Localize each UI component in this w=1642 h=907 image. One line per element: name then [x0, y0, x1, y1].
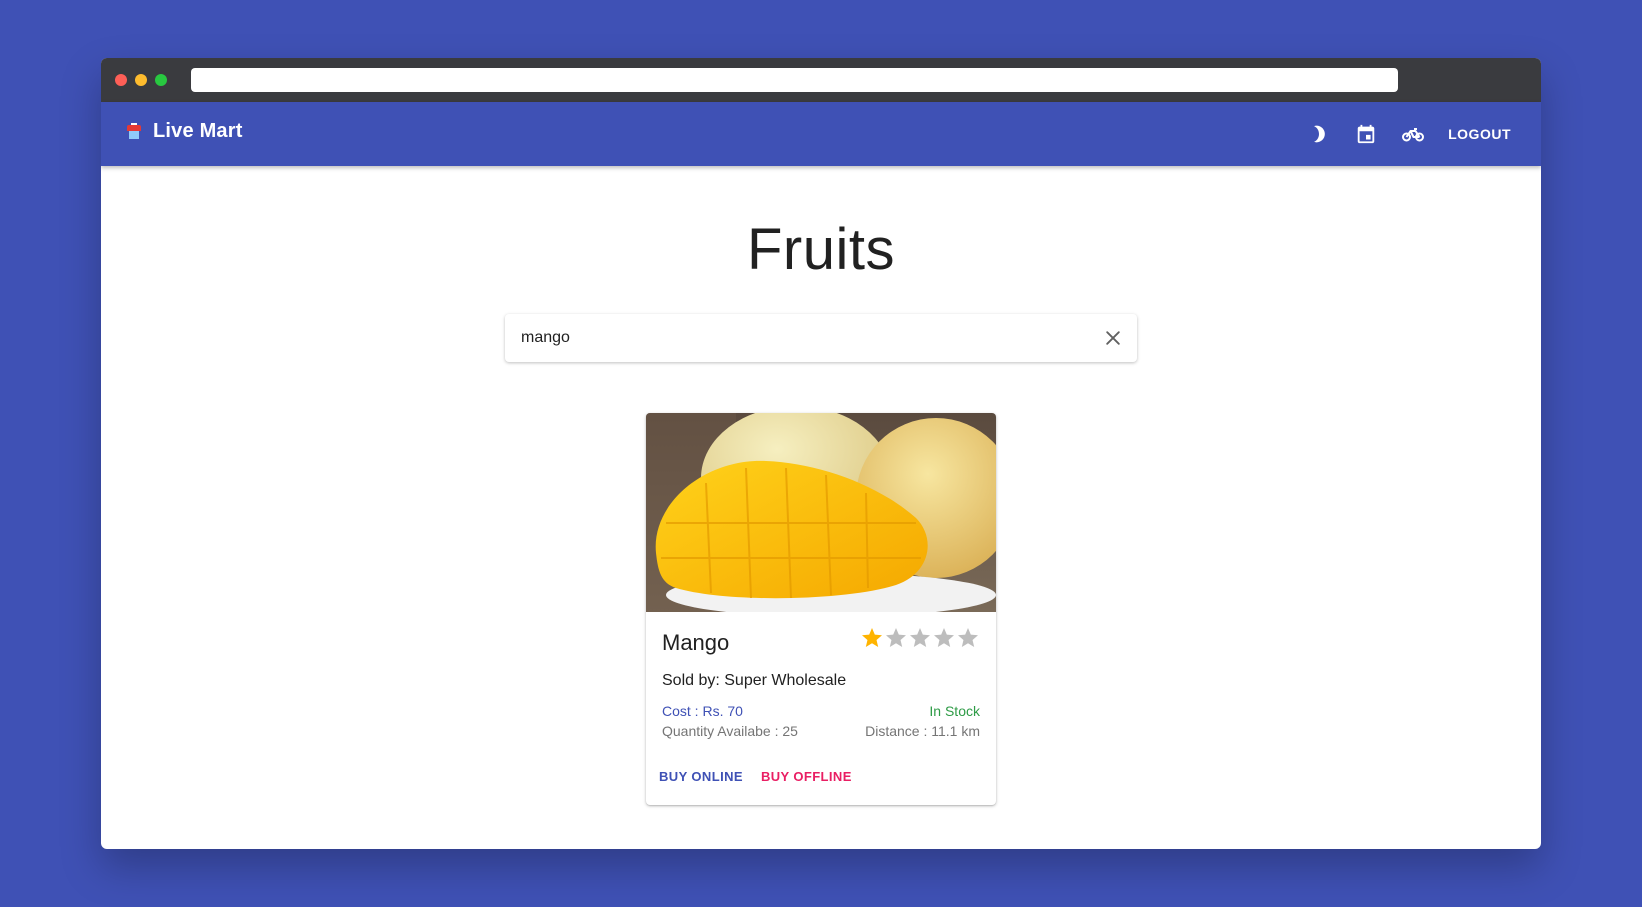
- product-distance: Distance : 11.1 km: [865, 723, 980, 739]
- store-logo-icon: [127, 122, 141, 141]
- search-input[interactable]: [521, 314, 1081, 362]
- address-bar[interactable]: [191, 68, 1398, 92]
- clear-search-icon[interactable]: [1101, 326, 1125, 350]
- logout-button[interactable]: LOGOUT: [1448, 126, 1511, 142]
- appbar-actions: LOGOUT: [1307, 102, 1511, 166]
- product-details: Mango Sold by: Super Wholesale Cost : Rs…: [646, 612, 996, 805]
- star-rating[interactable]: [860, 626, 980, 650]
- star-empty-icon[interactable]: [884, 626, 908, 650]
- brand[interactable]: Live Mart: [127, 120, 243, 143]
- maximize-window-button[interactable]: [155, 74, 167, 86]
- page-title: Fruits: [747, 217, 895, 282]
- browser-window: Live Mart LOGOUT Fruits mango Mango Sold…: [101, 58, 1541, 849]
- star-empty-icon[interactable]: [956, 626, 980, 650]
- calendar-icon[interactable]: [1354, 122, 1378, 146]
- app-bar: Live Mart LOGOUT: [101, 102, 1541, 166]
- product-cost: Cost : Rs. 70: [662, 703, 743, 719]
- close-window-button[interactable]: [115, 74, 127, 86]
- stock-status: In Stock: [929, 703, 980, 719]
- product-quantity: Quantity Availabe : 25: [662, 723, 798, 739]
- product-seller: Sold by: Super Wholesale: [662, 672, 847, 689]
- star-empty-icon[interactable]: [932, 626, 956, 650]
- main-content: Fruits mango Mango Sold by: Super Wholes…: [101, 166, 1541, 849]
- buy-offline-button[interactable]: BUY OFFLINE: [756, 765, 857, 788]
- dark-mode-moon-icon[interactable]: [1307, 122, 1331, 146]
- search-bar: [505, 314, 1137, 362]
- bike-delivery-icon[interactable]: [1401, 122, 1425, 146]
- star-empty-icon[interactable]: [908, 626, 932, 650]
- app-title: Live Mart: [153, 120, 243, 142]
- product-image[interactable]: [646, 413, 996, 612]
- product-name: Mango: [662, 630, 730, 655]
- minimize-window-button[interactable]: [135, 74, 147, 86]
- star-filled-icon[interactable]: [860, 626, 884, 650]
- browser-chrome: [101, 58, 1541, 102]
- buy-online-button[interactable]: BUY ONLINE: [654, 765, 748, 788]
- card-actions: BUY ONLINE BUY OFFLINE: [654, 765, 865, 788]
- product-card: Mango Sold by: Super Wholesale Cost : Rs…: [646, 413, 996, 805]
